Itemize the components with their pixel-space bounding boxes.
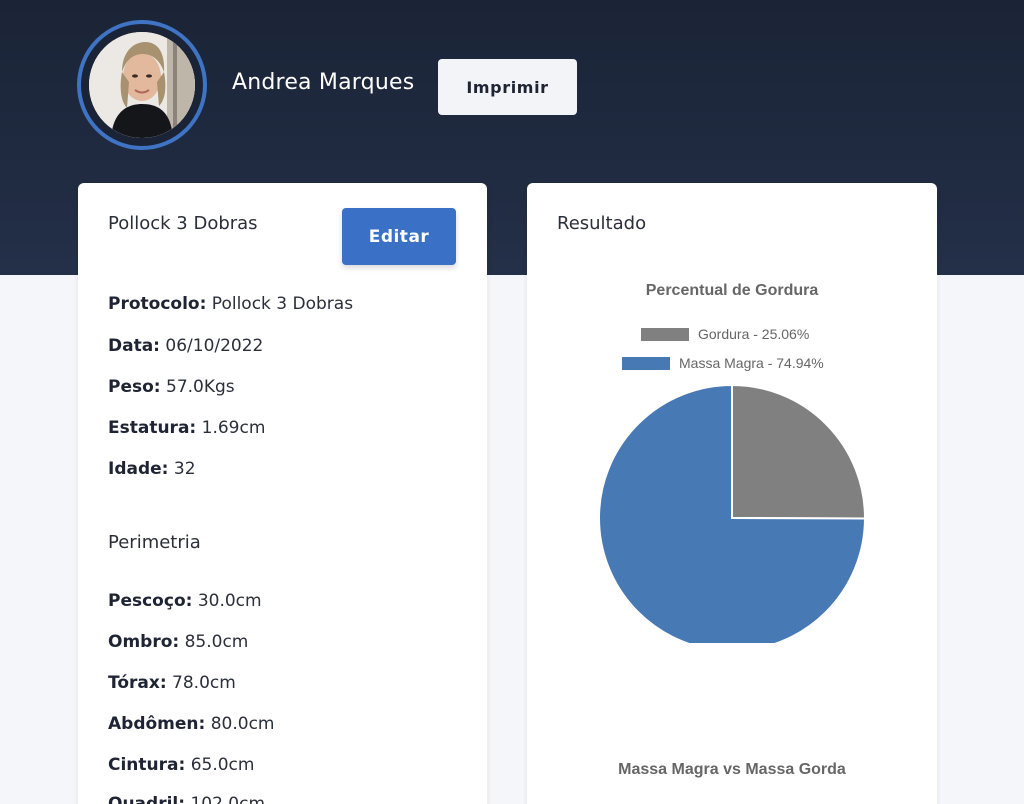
avatar-photo: [89, 32, 195, 138]
info-label: Estatura:: [108, 418, 197, 438]
avatar-photo-icon: [89, 32, 195, 138]
info-label: Quadril:: [108, 794, 186, 804]
info-label: Tórax:: [108, 673, 167, 693]
info-label: Data:: [108, 336, 160, 356]
perimetria-pescoco: Pescoço: 30.0cm: [108, 591, 262, 611]
info-protocolo: Protocolo: Pollock 3 Dobras: [108, 294, 353, 314]
edit-button[interactable]: Editar: [342, 208, 456, 265]
print-button[interactable]: Imprimir: [438, 59, 577, 115]
info-value: 30.0cm: [197, 591, 262, 611]
pie-chart: [598, 383, 867, 643]
perimetria-ombro: Ombro: 85.0cm: [108, 632, 248, 652]
info-value: 78.0cm: [172, 673, 236, 693]
info-label: Abdômen:: [108, 714, 206, 734]
info-value: 1.69cm: [201, 418, 266, 438]
second-chart-title: Massa Magra vs Massa Gorda: [618, 761, 846, 778]
result-card: Resultado Percentual de Gordura Gordura …: [527, 183, 937, 804]
pie-slice-0[interactable]: [731, 383, 866, 520]
info-label: Ombro:: [108, 632, 180, 652]
info-value: 80.0cm: [210, 714, 275, 734]
info-label: Protocolo:: [108, 294, 207, 314]
info-label: Pescoço:: [108, 591, 193, 611]
info-value: 65.0cm: [190, 755, 255, 775]
avatar[interactable]: [77, 20, 207, 150]
info-value: 85.0cm: [184, 632, 249, 652]
perimetria-abdomen: Abdômen: 80.0cm: [108, 714, 275, 734]
info-label: Peso:: [108, 377, 161, 397]
user-name: Andrea Marques: [232, 70, 415, 95]
info-estatura: Estatura: 1.69cm: [108, 418, 265, 438]
info-idade: Idade: 32: [108, 459, 196, 479]
info-value: Pollock 3 Dobras: [211, 294, 354, 314]
perimetria-title: Perimetria: [108, 532, 201, 553]
info-value: 06/10/2022: [165, 336, 264, 356]
info-data: Data: 06/10/2022: [108, 336, 263, 356]
info-peso: Peso: 57.0Kgs: [108, 377, 235, 397]
evaluation-card: Pollock 3 Dobras Editar Protocolo: Pollo…: [78, 183, 487, 804]
info-label: Cintura:: [108, 755, 186, 775]
perimetria-torax: Tórax: 78.0cm: [108, 673, 236, 693]
perimetria-cintura: Cintura: 65.0cm: [108, 755, 254, 775]
info-label: Idade:: [108, 459, 169, 479]
info-value: 57.0Kgs: [166, 377, 235, 397]
info-value: 32: [173, 459, 196, 479]
info-value: 102.0cm: [190, 794, 266, 804]
card-title: Pollock 3 Dobras: [108, 213, 258, 234]
perimetria-quadril: Quadril: 102.0cm: [108, 794, 265, 804]
